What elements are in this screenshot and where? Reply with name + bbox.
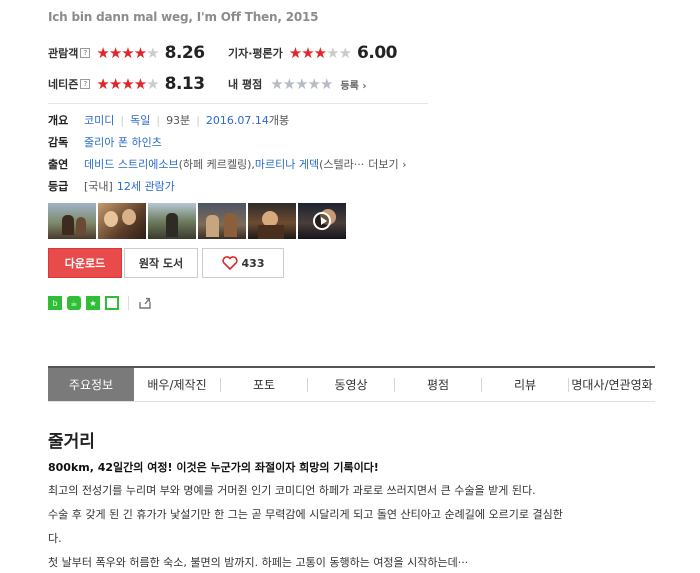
tab-quotes-related[interactable]: 명대사/연관영화 — [569, 368, 655, 401]
share-icons: b ☕ ★ — [48, 296, 152, 310]
director-row: 감독 줄리아 폰 하인츠 — [48, 133, 162, 151]
genre-link[interactable]: 코미디 — [84, 112, 114, 128]
memo-icon[interactable] — [105, 296, 119, 310]
grade-row: 등급 [국내] 12세 관람가 — [48, 177, 175, 195]
tab-photo[interactable]: 포토 — [221, 368, 307, 401]
still-thumbnail[interactable] — [98, 203, 146, 239]
release-suffix: 개봉 — [268, 114, 290, 127]
divider — [128, 296, 129, 310]
register-rating-link[interactable]: 등록 › — [340, 77, 366, 92]
netizen-stars: ★★★★★ — [96, 74, 159, 93]
detail-tabs: 주요정보 배우/제작진 포토 동영상 평점 리뷰 명대사/연관영화 — [48, 368, 655, 402]
separator: | — [120, 113, 125, 127]
grade-link[interactable]: 12세 관람가 — [117, 178, 175, 194]
critics-score: 6.00 — [357, 43, 397, 63]
synopsis-line: 다. — [48, 532, 62, 545]
audience-rating: 관람객 ? ★★★★★ 8.26 — [48, 42, 205, 64]
separator: | — [196, 113, 200, 127]
netizen-rating: 네티즌 ? ★★★★★ 8.13 — [48, 73, 205, 95]
cast-label: 출연 — [48, 158, 69, 171]
cast-row: 출연 데비드 스트리에소브 (하페 케르켈링), 마르티나 게덱 (스텔라··· 더… — [48, 155, 407, 173]
blog-share-icon[interactable]: b — [48, 296, 62, 310]
actor-role: (하페 케르켈링), — [178, 158, 255, 171]
still-thumbnail[interactable] — [248, 203, 296, 239]
play-icon — [313, 212, 331, 230]
synopsis-line: 첫 날부터 폭우와 허름한 숙소, 불면의 밤까지. 하페는 고통이 동행하는 … — [48, 556, 469, 569]
actor-link[interactable]: 마르티나 게덱 — [255, 156, 319, 172]
tab-video[interactable]: 동영상 — [308, 368, 394, 401]
tab-ratings[interactable]: 평점 — [395, 368, 481, 401]
director-label: 감독 — [48, 136, 69, 149]
my-rating-label: 내 평점 — [228, 78, 263, 91]
director-link[interactable]: 줄리아 폰 하인츠 — [84, 134, 162, 150]
tab-reviews[interactable]: 리뷰 — [482, 368, 568, 401]
trailer-thumbnail[interactable] — [298, 203, 346, 239]
runtime: 93분 — [166, 114, 191, 127]
still-thumbnail[interactable] — [48, 203, 96, 239]
audience-stars: ★★★★★ — [96, 43, 159, 62]
country-link[interactable]: 독일 — [130, 112, 150, 128]
tab-cast-crew[interactable]: 배우/제작진 — [134, 368, 220, 401]
grade-label: 등급 — [48, 180, 69, 193]
original-book-button[interactable]: 원작 도서 — [124, 248, 198, 278]
still-thumbnail[interactable] — [148, 203, 196, 239]
share-icon[interactable] — [138, 296, 152, 310]
like-count: 433 — [241, 256, 265, 270]
overview-label: 개요 — [48, 114, 69, 127]
heart-icon — [221, 256, 238, 270]
synopsis-line: 최고의 전성기를 누리며 부와 명예를 거머쥔 인기 코미디언 하페가 과로로 … — [48, 484, 536, 497]
release-date-link[interactable]: 2016.07.14 — [206, 114, 269, 127]
netizen-rating-label: 네티즌 — [48, 78, 79, 91]
divider — [48, 103, 428, 104]
synopsis-headline: 800km, 42일간의 여정! 이것은 누군가의 좌절이자 희망의 기록이다! — [48, 461, 379, 474]
cast-more-link[interactable]: 더보기 › — [368, 156, 406, 172]
actor-role: (스텔라··· — [319, 158, 365, 171]
overview-row: 개요 코미디 | 독일 | 93분 | 2016.07.14 개봉 — [48, 111, 289, 129]
netizen-score: 8.13 — [164, 74, 205, 94]
original-title: Ich bin dann mal weg, I'm Off Then, 2015 — [48, 10, 319, 24]
synopsis-line: 수술 후 갖게 된 긴 휴가가 낯설기만 한 그는 곧 무력감에 시달리게 되고… — [48, 508, 563, 521]
like-button[interactable]: 433 — [202, 248, 284, 278]
tab-main-info[interactable]: 주요정보 — [48, 368, 134, 401]
my-rating: 내 평점 ★★★★★ 등록 › — [228, 73, 366, 95]
critics-rating: 기자·평론가 ★★★★★ 6.00 — [228, 42, 397, 64]
audience-score: 8.26 — [164, 43, 205, 63]
cafe-share-icon[interactable]: ☕ — [67, 296, 81, 310]
still-thumbnail[interactable] — [198, 203, 246, 239]
help-icon[interactable]: ? — [80, 48, 91, 58]
separator: | — [156, 113, 161, 127]
grade-region: [국내] — [84, 180, 113, 193]
help-icon[interactable]: ? — [80, 79, 91, 89]
actor-link[interactable]: 데비드 스트리에소브 — [84, 156, 179, 172]
critics-stars: ★★★★★ — [288, 43, 352, 62]
my-rating-stars[interactable]: ★★★★★ — [270, 76, 333, 92]
critics-rating-label: 기자·평론가 — [228, 47, 283, 60]
synopsis-title: 줄거리 — [48, 432, 95, 452]
audience-rating-label: 관람객 — [48, 47, 79, 60]
still-thumbnails — [48, 203, 346, 239]
download-button[interactable]: 다운로드 — [48, 248, 122, 278]
bookmark-star-icon[interactable]: ★ — [86, 296, 100, 310]
